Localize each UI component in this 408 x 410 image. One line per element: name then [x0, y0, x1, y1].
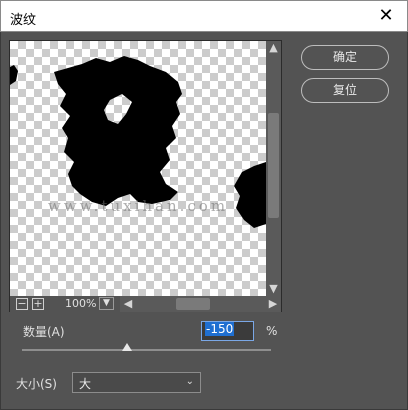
- horizontal-scrollbar[interactable]: ◀ ▶: [120, 296, 281, 312]
- reset-button[interactable]: 复位: [301, 78, 389, 103]
- preview-canvas[interactable]: www.tuxihan.com: [10, 41, 266, 296]
- window-title: 波纹: [10, 13, 37, 28]
- zoom-dropdown-chevron-down-icon[interactable]: ▼: [99, 297, 114, 310]
- arrow-left-icon[interactable]: ◀: [121, 297, 135, 311]
- amount-value: -150: [205, 322, 235, 336]
- vertical-scroll-thumb[interactable]: [268, 113, 279, 218]
- size-selected-value: 大: [79, 377, 92, 391]
- size-select[interactable]: 大 ⌄: [72, 372, 201, 393]
- title-bar: 波纹 ✕: [0, 0, 408, 32]
- plus-icon[interactable]: +: [32, 298, 44, 310]
- arrow-up-icon[interactable]: ▲: [266, 41, 281, 55]
- arrow-right-icon[interactable]: ▶: [266, 297, 280, 311]
- amount-unit: %: [266, 324, 278, 338]
- ripple-shape: [10, 56, 266, 228]
- watermark-text: www.tuxihan.com: [47, 197, 229, 215]
- amount-slider-thumb[interactable]: [121, 343, 132, 351]
- minus-icon[interactable]: −: [16, 298, 28, 310]
- amount-label: 数量(A): [23, 325, 65, 339]
- preview-toolbar: − + 100% ▼ ◀ ▶: [10, 296, 281, 312]
- vertical-scrollbar[interactable]: ▲ ▼: [266, 41, 281, 296]
- zoom-level: 100%: [65, 297, 97, 310]
- size-label: 大小(S): [16, 377, 57, 391]
- horizontal-scroll-thumb[interactable]: [176, 298, 210, 310]
- amount-slider[interactable]: [22, 343, 271, 351]
- arrow-down-icon[interactable]: ▼: [266, 282, 281, 296]
- close-icon[interactable]: ✕: [371, 3, 401, 29]
- amount-field[interactable]: -150: [201, 321, 254, 341]
- ok-button[interactable]: 确定: [301, 45, 389, 70]
- chevron-down-icon: ⌄: [185, 376, 194, 387]
